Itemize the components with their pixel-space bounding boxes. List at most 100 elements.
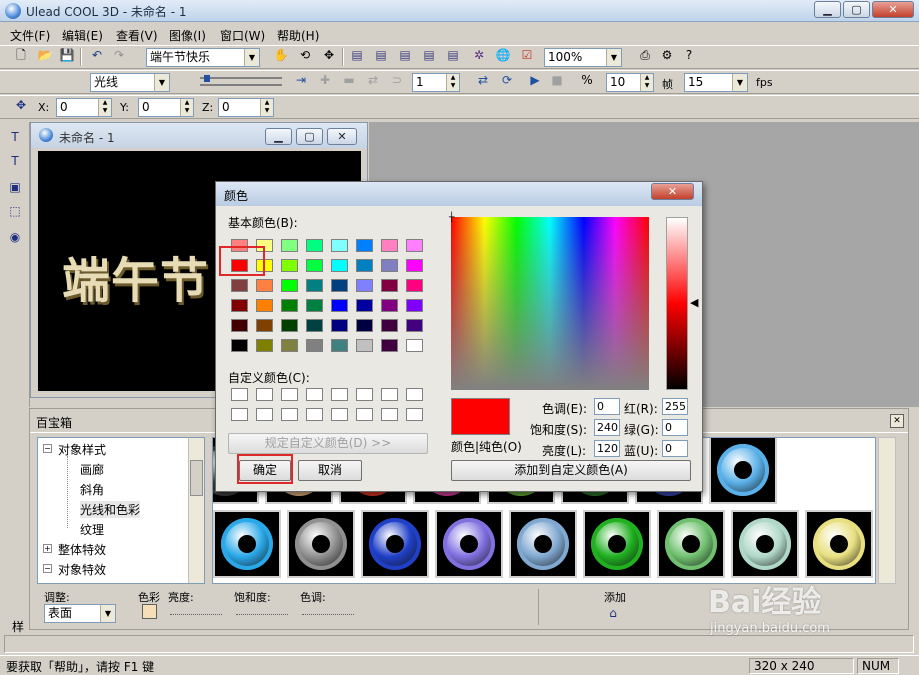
align-icon-1[interactable]: ▤ (348, 46, 366, 64)
text-object-combo[interactable]: 端午节快乐 ▼ (146, 48, 260, 67)
style-thumbnail[interactable] (657, 510, 725, 578)
align-icon-5[interactable]: ▤ (444, 46, 462, 64)
basic-color-swatch[interactable] (281, 259, 298, 272)
insert-text-icon[interactable]: T (6, 128, 24, 146)
help-pointer-icon[interactable]: ? (680, 46, 698, 64)
saturation-input[interactable]: 240 (594, 419, 620, 436)
fps-combo[interactable]: 15 ▼ (684, 73, 748, 92)
doc-close-button[interactable]: ✕ (327, 128, 357, 145)
open-folder-icon[interactable]: 📂 (36, 46, 54, 64)
menu-image[interactable]: 图像(I) (169, 27, 206, 44)
tree-item-object-effects[interactable]: 对象特效 (58, 561, 106, 578)
basic-color-swatch[interactable] (331, 259, 348, 272)
align-icon-2[interactable]: ▤ (372, 46, 390, 64)
panel-close-icon[interactable]: ✕ (890, 414, 904, 428)
y-spin[interactable]: 0 ▲ ▼ (138, 98, 194, 117)
geometry-icon[interactable]: ◉ (6, 228, 24, 246)
surface-combo[interactable]: 表面 ▼ (44, 604, 116, 623)
custom-color-swatch[interactable] (406, 408, 423, 421)
z-spin[interactable]: 0 ▲ ▼ (218, 98, 274, 117)
style-thumbnail[interactable] (805, 510, 873, 578)
tree-item-light-color[interactable]: 光线和色彩 (80, 501, 141, 518)
custom-color-swatch[interactable] (306, 388, 323, 401)
style-thumbnail[interactable] (731, 510, 799, 578)
refresh-icon[interactable]: ⟳ (498, 71, 516, 89)
gallery-scrollbar[interactable] (878, 437, 896, 584)
style-thumbnail[interactable] (709, 438, 777, 504)
define-custom-colors-button[interactable]: 规定自定义颜色(D) >> (228, 433, 428, 454)
close-button[interactable]: ✕ (872, 1, 914, 18)
add-to-custom-colors-button[interactable]: 添加到自定义颜色(A) (451, 460, 691, 481)
basic-color-swatch[interactable] (331, 299, 348, 312)
basic-color-swatch[interactable] (406, 259, 423, 272)
saturation-slider[interactable] (236, 611, 288, 615)
custom-color-swatch[interactable] (406, 388, 423, 401)
add-to-palette-icon[interactable]: ⌂ (604, 604, 622, 622)
minimize-button[interactable]: ▁ (814, 1, 841, 18)
light-combo[interactable]: 光线 ▼ (90, 73, 170, 92)
basic-color-swatch[interactable] (356, 339, 373, 352)
custom-color-swatch[interactable] (231, 408, 248, 421)
custom-color-swatch[interactable] (306, 408, 323, 421)
luminance-input[interactable]: 120 (594, 440, 620, 457)
frames-spin[interactable]: 10 ▲ ▼ (606, 73, 654, 92)
frame-spin[interactable]: 1 ▲ ▼ (412, 73, 460, 92)
remove-keyframe-icon[interactable]: ▬ (340, 71, 358, 89)
luminance-slider[interactable] (666, 217, 688, 390)
style-thumbnail[interactable] (435, 510, 503, 578)
globe-icon[interactable]: 🌐 (494, 46, 512, 64)
style-thumbnail[interactable] (583, 510, 651, 578)
basic-color-swatch[interactable] (331, 319, 348, 332)
basic-color-swatch[interactable] (281, 319, 298, 332)
insert-graphic-icon[interactable]: ▣ (6, 178, 24, 196)
options-icon[interactable]: ⚙ (658, 46, 676, 64)
custom-color-swatch[interactable] (331, 388, 348, 401)
percent-icon[interactable]: % (578, 71, 596, 89)
tree-scrollbar[interactable] (188, 438, 204, 583)
zoom-combo[interactable]: 100% ▼ (544, 48, 622, 67)
custom-color-swatch[interactable] (281, 388, 298, 401)
color-swatch-button[interactable] (142, 604, 157, 619)
tree-toggle-icon[interactable]: − (43, 564, 52, 573)
basic-color-swatch[interactable] (406, 299, 423, 312)
basic-color-swatch[interactable] (356, 299, 373, 312)
select-icon[interactable]: ⬚ (6, 202, 24, 220)
brightness-slider[interactable] (170, 611, 222, 615)
menu-edit[interactable]: 编辑(E) (62, 27, 103, 44)
custom-color-swatch[interactable] (356, 408, 373, 421)
basic-color-swatch[interactable] (406, 319, 423, 332)
red-input[interactable]: 255 (662, 398, 688, 415)
tree-toggle-icon[interactable]: + (43, 544, 52, 553)
edit-text-icon[interactable]: T (6, 152, 24, 170)
style-thumbnail[interactable] (509, 510, 577, 578)
custom-color-swatch[interactable] (356, 388, 373, 401)
align-icon-3[interactable]: ▤ (396, 46, 414, 64)
menu-window[interactable]: 窗口(W) (220, 27, 265, 44)
green-input[interactable]: 0 (662, 419, 688, 436)
basic-color-swatch[interactable] (306, 259, 323, 272)
basic-color-swatch[interactable] (256, 339, 273, 352)
keyframe-next-icon[interactable]: ⇥ (292, 71, 310, 89)
basic-color-swatch[interactable] (406, 339, 423, 352)
basic-color-swatch[interactable] (356, 279, 373, 292)
basic-color-swatch[interactable] (306, 239, 323, 252)
new-file-icon[interactable]: 🗋 (12, 46, 30, 64)
style-thumbnail[interactable] (361, 510, 429, 578)
tree-item-bevel[interactable]: 斜角 (80, 481, 104, 498)
basic-color-swatch[interactable] (331, 239, 348, 252)
basic-color-swatch[interactable] (256, 279, 273, 292)
basic-color-swatch[interactable] (281, 279, 298, 292)
position-tool-icon[interactable]: ✥ (12, 96, 30, 114)
menu-view[interactable]: 查看(V) (116, 27, 158, 44)
rotate-object-icon[interactable]: ⟲ (296, 46, 314, 64)
basic-color-swatch[interactable] (306, 319, 323, 332)
custom-color-swatch[interactable] (256, 408, 273, 421)
save-icon[interactable]: 💾 (58, 46, 76, 64)
basic-color-swatch[interactable] (406, 239, 423, 252)
play-icon[interactable]: ▶ (526, 71, 544, 89)
basic-color-swatch[interactable] (381, 299, 398, 312)
cancel-button[interactable]: 取消 (298, 460, 362, 481)
basic-color-swatch[interactable] (231, 319, 248, 332)
luminance-arrow-icon[interactable]: ◀ (690, 296, 698, 309)
basic-color-swatch[interactable] (381, 239, 398, 252)
